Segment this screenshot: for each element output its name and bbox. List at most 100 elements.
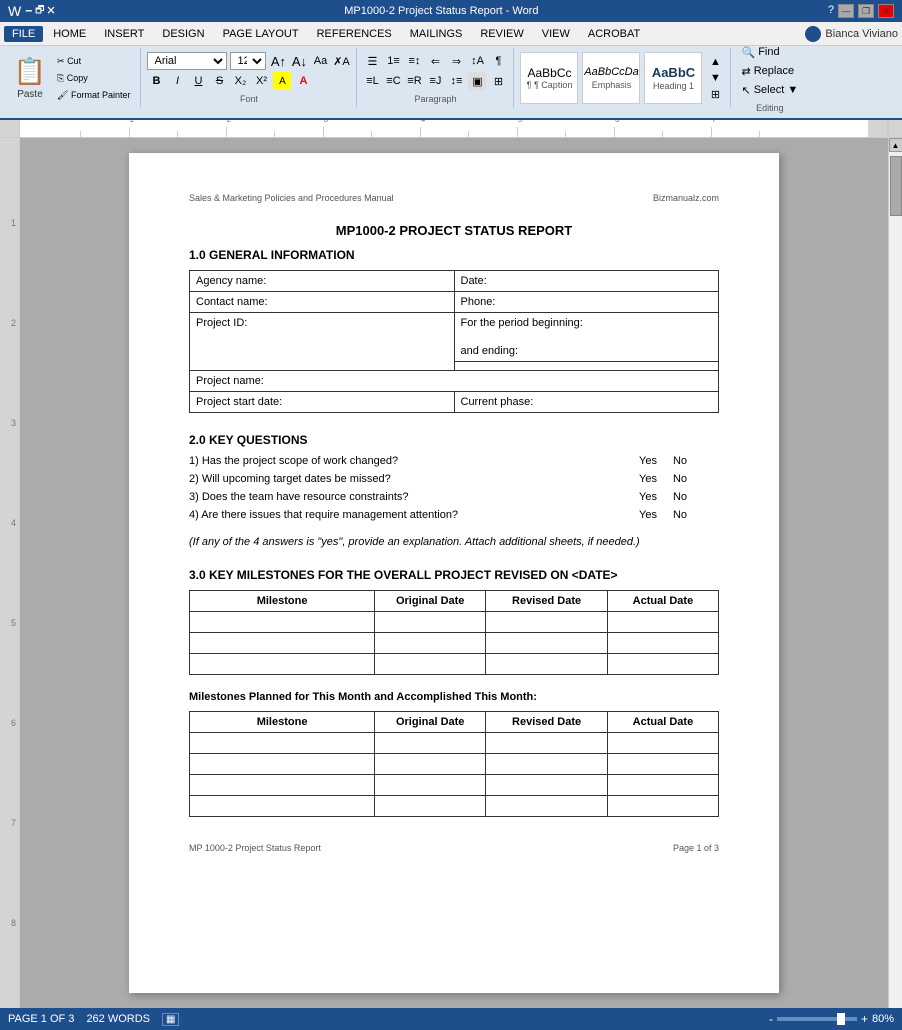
editing-group-label: Editing: [737, 103, 802, 113]
table-row: Project start date: Current phase:: [190, 392, 719, 413]
milestone-table-1: Milestone Original Date Revised Date Act…: [189, 590, 719, 675]
underline-button[interactable]: U: [189, 72, 207, 90]
ruler-left-margin: [0, 120, 20, 137]
zoom-out-button[interactable]: -: [769, 1012, 773, 1026]
format-painter-icon: 🖌: [57, 90, 68, 100]
contact-name-cell[interactable]: Contact name:: [190, 292, 455, 313]
sort-button[interactable]: ↕A: [468, 52, 486, 70]
bold-button[interactable]: B: [147, 72, 165, 90]
menu-item-mailings[interactable]: MAILINGS: [402, 26, 471, 42]
document-title: MP1000-2 PROJECT STATUS REPORT: [189, 223, 719, 238]
superscript-button[interactable]: X²: [252, 72, 270, 90]
question-row-2: 2) Will upcoming target dates be missed?…: [189, 473, 719, 485]
multilevel-list-button[interactable]: ≡↕: [405, 52, 423, 70]
scissors-icon: ✂: [57, 56, 65, 66]
align-left-button[interactable]: ≡L: [363, 72, 381, 90]
close-button[interactable]: ✕: [878, 4, 894, 18]
menu-item-acrobat[interactable]: ACROBAT: [580, 26, 648, 42]
page-header-right: Bizmanualz.com: [653, 193, 719, 203]
scroll-bar[interactable]: ▲: [888, 138, 902, 1014]
font-name-select[interactable]: Arial: [147, 52, 227, 70]
replace-button[interactable]: ⇄ Replace: [737, 63, 802, 80]
zoom-thumb[interactable]: [837, 1013, 845, 1025]
milestones-label: Milestones Planned for This Month and Ac…: [189, 691, 719, 703]
italic-button[interactable]: I: [168, 72, 186, 90]
menu-item-references[interactable]: REFERENCES: [309, 26, 400, 42]
paste-button[interactable]: 📋 Paste: [10, 50, 50, 106]
col-milestone-1: Milestone: [190, 591, 375, 612]
layout-icon[interactable]: ▦: [162, 1013, 179, 1026]
styles-scroll-up-button[interactable]: ▲: [706, 54, 724, 70]
menu-item-page-layout[interactable]: PAGE LAYOUT: [215, 26, 307, 42]
document-page: Sales & Marketing Policies and Procedure…: [129, 153, 779, 993]
agency-name-cell[interactable]: Agency name:: [190, 271, 455, 292]
font-grow-button[interactable]: A↑: [269, 52, 287, 70]
ruler-right-margin: [868, 120, 888, 137]
project-start-cell[interactable]: Project start date:: [190, 392, 455, 413]
section2-note: (If any of the 4 answers is "yes", provi…: [189, 536, 719, 548]
borders-button[interactable]: ⊞: [489, 72, 507, 90]
bullets-button[interactable]: ☰: [363, 52, 381, 70]
format-painter-button[interactable]: 🖌 Format Painter: [53, 88, 134, 103]
milestone-table-2: Milestone Original Date Revised Date Act…: [189, 711, 719, 817]
menu-item-review[interactable]: REVIEW: [472, 26, 531, 42]
current-phase-cell[interactable]: Current phase:: [454, 392, 719, 413]
subscript-button[interactable]: X₂: [231, 72, 249, 90]
col-orig-date-1: Original Date: [375, 591, 486, 612]
numbering-button[interactable]: 1≡: [384, 52, 402, 70]
align-center-button[interactable]: ≡C: [384, 72, 402, 90]
style-item-heading1[interactable]: AaBbC Heading 1: [644, 52, 702, 104]
clear-format-button[interactable]: ✗A: [332, 52, 350, 70]
page-header: Sales & Marketing Policies and Procedure…: [189, 193, 719, 203]
strikethrough-button[interactable]: S: [210, 72, 228, 90]
page-count: PAGE 1 OF 3: [8, 1013, 74, 1025]
style-item-normal[interactable]: AaBbCc ¶ ¶ Caption: [520, 52, 578, 104]
text-highlight-button[interactable]: A: [273, 72, 291, 90]
font-shrink-button[interactable]: A↓: [290, 52, 308, 70]
increase-indent-button[interactable]: ⇒: [447, 52, 465, 70]
restore-button[interactable]: ❐: [858, 4, 874, 18]
table-row: Agency name: Date:: [190, 271, 719, 292]
justify-button[interactable]: ≡J: [426, 72, 444, 90]
phone-cell[interactable]: Phone:: [454, 292, 719, 313]
page-area[interactable]: Sales & Marketing Policies and Procedure…: [20, 138, 888, 1014]
styles-scroll-down-button[interactable]: ▼: [706, 70, 724, 86]
table-header-row: Milestone Original Date Revised Date Act…: [190, 591, 719, 612]
change-case-button[interactable]: Aa: [311, 52, 329, 70]
minimize-button[interactable]: —: [838, 4, 854, 18]
project-name-cell[interactable]: Project name:: [190, 371, 719, 392]
zoom-slider[interactable]: [777, 1017, 857, 1021]
copy-button[interactable]: ⎘ Copy: [53, 71, 134, 86]
period-cell[interactable]: For the period beginning: and ending:: [454, 313, 719, 362]
cut-copy-group: ✂ Cut ⎘ Copy 🖌 Format Painter: [53, 50, 134, 106]
menu-item-design[interactable]: DESIGN: [154, 26, 212, 42]
style-item-emphasis[interactable]: AaBbCcDa Emphasis: [582, 52, 640, 104]
cut-button[interactable]: ✂ Cut: [53, 54, 134, 69]
select-button[interactable]: ↖ Select ▼: [737, 82, 802, 99]
date-cell[interactable]: Date:: [454, 271, 719, 292]
help-icon[interactable]: ?: [828, 4, 834, 18]
menu-item-insert[interactable]: INSERT: [96, 26, 152, 42]
menu-item-file[interactable]: FILE: [4, 26, 43, 42]
font-size-select[interactable]: 12: [230, 52, 266, 70]
styles-expand-button[interactable]: ⊞: [706, 86, 724, 102]
align-right-button[interactable]: ≡R: [405, 72, 423, 90]
zoom-in-button[interactable]: +: [861, 1012, 868, 1026]
zoom-control[interactable]: - + 80%: [769, 1012, 894, 1026]
scroll-thumb[interactable]: [890, 156, 902, 216]
project-id-cell[interactable]: Project ID:: [190, 313, 455, 371]
menu-item-view[interactable]: VIEW: [534, 26, 578, 42]
scroll-up-button[interactable]: ▲: [889, 138, 902, 152]
empty-cell[interactable]: [454, 362, 719, 371]
style-emphasis-label: Emphasis: [592, 80, 632, 90]
shading-button[interactable]: ▣: [468, 72, 486, 90]
menu-item-home[interactable]: HOME: [45, 26, 94, 42]
table-row: [190, 633, 719, 654]
clipboard-group: 📋 Paste ✂ Cut ⎘ Copy 🖌 Format Painter: [4, 48, 141, 108]
find-button[interactable]: 🔍 Find: [737, 44, 802, 61]
decrease-indent-button[interactable]: ⇐: [426, 52, 444, 70]
line-spacing-button[interactable]: ↕≡: [447, 72, 465, 90]
show-formatting-button[interactable]: ¶: [489, 52, 507, 70]
main-area: 1 2 3 4 5 6 7 8 9 Sales & Marketing Poli…: [0, 138, 902, 1014]
font-color-button[interactable]: A: [294, 72, 312, 90]
